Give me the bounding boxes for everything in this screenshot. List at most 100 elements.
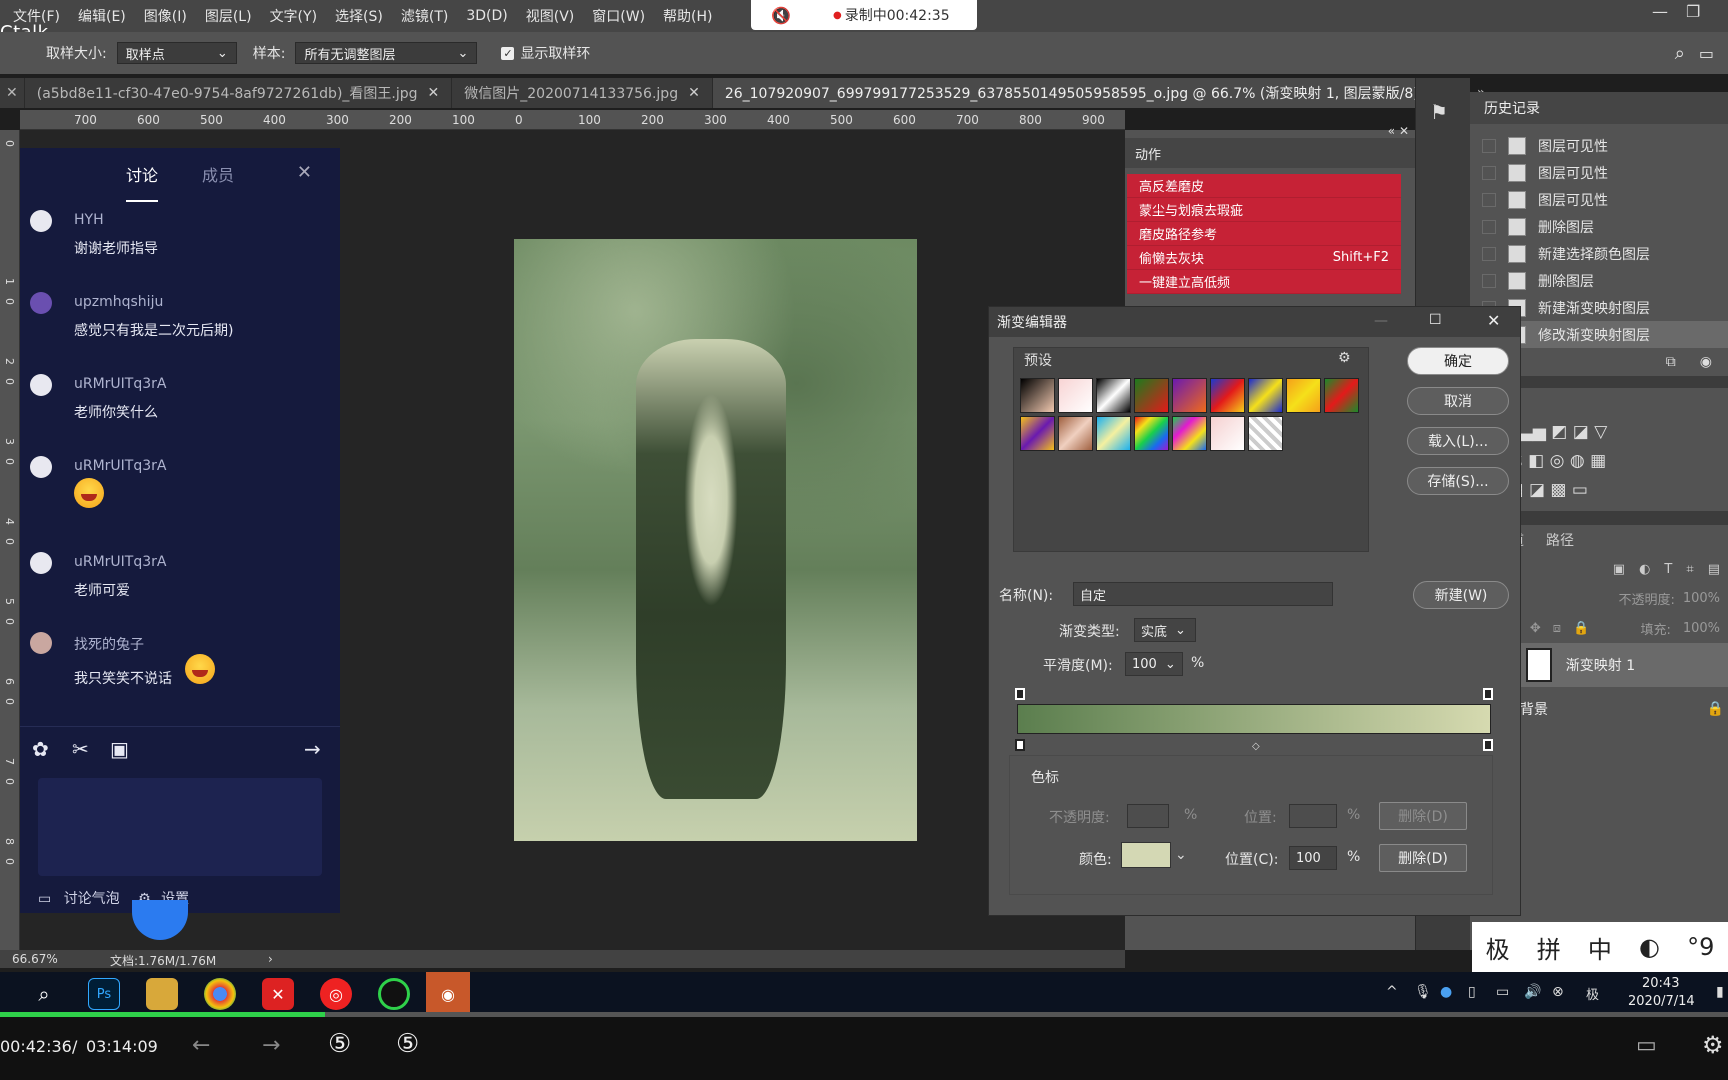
opacity-value[interactable]: 100% — [1683, 591, 1720, 606]
gradient-swatch[interactable] — [1210, 416, 1245, 451]
menu-select[interactable]: 选择(S) — [326, 6, 392, 26]
netease-music-icon[interactable]: ◎ — [320, 978, 352, 1010]
history-title[interactable]: 历史记录 — [1484, 98, 1540, 118]
type-filter-icon[interactable]: T — [1664, 562, 1672, 577]
history-item[interactable]: 删除图层 — [1470, 267, 1728, 294]
image-filter-icon[interactable]: ▣ — [1613, 562, 1625, 577]
screen-mode-icon[interactable]: ▭ — [1636, 1033, 1657, 1058]
bubble-icon[interactable]: ▭ — [38, 891, 51, 907]
move-icon[interactable]: ✥ — [1530, 621, 1541, 636]
midpoint-diamond-icon[interactable]: ◇ — [1252, 741, 1260, 752]
gradient-swatch[interactable] — [1248, 378, 1283, 413]
search-icon[interactable]: ⌕ — [28, 978, 60, 1010]
shape-filter-icon[interactable]: ⌗ — [1686, 562, 1693, 577]
photoshop-icon[interactable]: Ps — [88, 978, 120, 1010]
action-item[interactable]: 偷懒去灰块 Shift+F2 — [1127, 246, 1401, 270]
opacity-stop-left[interactable] — [1015, 688, 1025, 700]
volume-icon[interactable]: 🔊 — [1524, 984, 1541, 1000]
gear-icon[interactable]: ⚙ — [1702, 1031, 1724, 1059]
tab-paths[interactable]: 路径 — [1546, 530, 1574, 550]
save-button[interactable]: 存储(S)... — [1407, 467, 1509, 495]
gradient-bar[interactable] — [1017, 704, 1491, 734]
mic-icon[interactable]: 🎙 — [1414, 984, 1432, 1000]
rewind-5-icon[interactable]: ⑤ — [328, 1029, 351, 1059]
history-item[interactable]: 图层可见性 — [1470, 159, 1728, 186]
search-icon[interactable]: ⌕ — [1675, 43, 1685, 64]
gradient-swatch[interactable] — [1134, 378, 1169, 413]
name-field[interactable]: 自定 — [1073, 582, 1333, 606]
gradient-swatch[interactable] — [1058, 378, 1093, 413]
camera-icon[interactable]: ◉ — [1700, 354, 1712, 370]
artboard-icon[interactable]: ⧈ — [1553, 621, 1561, 636]
action-item[interactable]: 蒙尘与划痕去瑕疵 — [1127, 198, 1401, 222]
zoom-level[interactable]: 66.67% — [12, 952, 58, 966]
threshold-icon[interactable]: ◪ — [1529, 480, 1550, 500]
action-item[interactable]: 磨皮路径参考 — [1127, 222, 1401, 246]
app-x-icon[interactable]: ✕ — [262, 978, 294, 1010]
gear-icon[interactable]: ⚙ — [1338, 350, 1351, 366]
snapshot-checkbox[interactable] — [1482, 273, 1496, 288]
network-app-icon[interactable]: ● — [1440, 984, 1452, 1000]
collapse-icon[interactable]: « ✕ — [1388, 124, 1409, 138]
fill-value[interactable]: 100% — [1683, 621, 1720, 636]
previous-icon[interactable]: ← — [192, 1033, 210, 1058]
gradient-swatch[interactable] — [1286, 378, 1321, 413]
ime-mode[interactable]: 极 — [1486, 930, 1510, 965]
scissors-icon[interactable]: ✂ — [72, 737, 89, 761]
menu-image[interactable]: 图像(I) — [135, 6, 196, 26]
folder-icon[interactable] — [146, 978, 178, 1010]
canvas-image[interactable] — [514, 239, 917, 841]
bw-icon[interactable]: ◧ — [1528, 451, 1549, 471]
image-icon[interactable]: ▣ — [110, 737, 129, 761]
selective-color-icon[interactable]: ▩ — [1550, 480, 1571, 500]
menu-window[interactable]: 窗口(W) — [583, 6, 654, 26]
close-icon[interactable]: ✕ — [428, 85, 440, 101]
smart-filter-icon[interactable]: ▤ — [1708, 562, 1720, 577]
menu-layer[interactable]: 图层(L) — [196, 6, 261, 26]
adjust-filter-icon[interactable]: ◐ — [1639, 562, 1650, 577]
vibrance-icon[interactable]: ▽ — [1594, 422, 1607, 442]
position-c-field[interactable]: 100 — [1289, 846, 1337, 870]
tab-doc-1[interactable]: (a5bd8e11-cf30-47e0-9754-8af9727261db)_看… — [25, 78, 453, 108]
ime-tray-icon[interactable]: 极 — [1586, 984, 1599, 1003]
close-icon[interactable]: ✕ — [6, 85, 18, 101]
send-arrow-icon[interactable]: → — [304, 737, 321, 761]
cancel-button[interactable]: 取消 — [1407, 387, 1509, 415]
gradient-swatch[interactable] — [1248, 416, 1283, 451]
tab-overflow[interactable]: ✕ — [0, 78, 25, 108]
history-item[interactable]: 新建选择颜色图层 — [1470, 240, 1728, 267]
gradient-swatch[interactable] — [1324, 378, 1359, 413]
gradient-swatch[interactable] — [1020, 416, 1055, 451]
mixer-icon[interactable]: ◍ — [1570, 451, 1590, 471]
restore-icon[interactable]: ❐ — [1686, 2, 1700, 21]
notification-icon[interactable]: ▮ — [1716, 984, 1724, 1000]
gradient-swatch[interactable] — [1210, 378, 1245, 413]
snapshot-checkbox[interactable] — [1482, 165, 1496, 180]
tray-chevron-icon[interactable]: ^ — [1386, 984, 1398, 1000]
snapshot-checkbox[interactable] — [1482, 192, 1496, 207]
action-item[interactable]: 一键建立高低频 — [1127, 270, 1401, 294]
history-item[interactable]: 删除图层 — [1470, 213, 1728, 240]
recording-indicator[interactable]: 🔇 ● 录制中00:42:35 — [751, 0, 977, 30]
sample-select[interactable]: 所有无调整图层 ⌄ — [295, 42, 478, 64]
gradient-swatch[interactable] — [1134, 416, 1169, 451]
chrome-icon[interactable] — [204, 978, 236, 1010]
gradient-swatch[interactable] — [1172, 378, 1207, 413]
status-x-icon[interactable]: ⊗ — [1552, 984, 1564, 1000]
menu-view[interactable]: 视图(V) — [517, 6, 584, 26]
forward-5-icon[interactable]: ⑤ — [396, 1029, 419, 1059]
tab-doc-3[interactable]: 26_107920907_699799177253529_63785501495… — [712, 78, 1465, 108]
photo-filter-icon[interactable]: ◎ — [1550, 451, 1570, 471]
next-icon[interactable]: → — [262, 1033, 280, 1058]
menu-type[interactable]: 文字(Y) — [261, 6, 326, 26]
snapshot-checkbox[interactable] — [1482, 138, 1496, 153]
smooth-field[interactable]: 100 ⌄ — [1125, 652, 1183, 676]
new-document-icon[interactable]: ⧉ — [1666, 354, 1676, 370]
opacity-stop-right[interactable] — [1483, 688, 1493, 700]
history-item[interactable]: 图层可见性 — [1470, 186, 1728, 213]
color-stop-left[interactable] — [1015, 739, 1025, 751]
emoji-icon[interactable]: ✿ — [32, 737, 49, 761]
network-icon[interactable]: ▭ — [1496, 984, 1509, 1000]
menu-filter[interactable]: 滤镜(T) — [392, 6, 457, 26]
ime-pinyin[interactable]: 拼 — [1537, 930, 1561, 965]
